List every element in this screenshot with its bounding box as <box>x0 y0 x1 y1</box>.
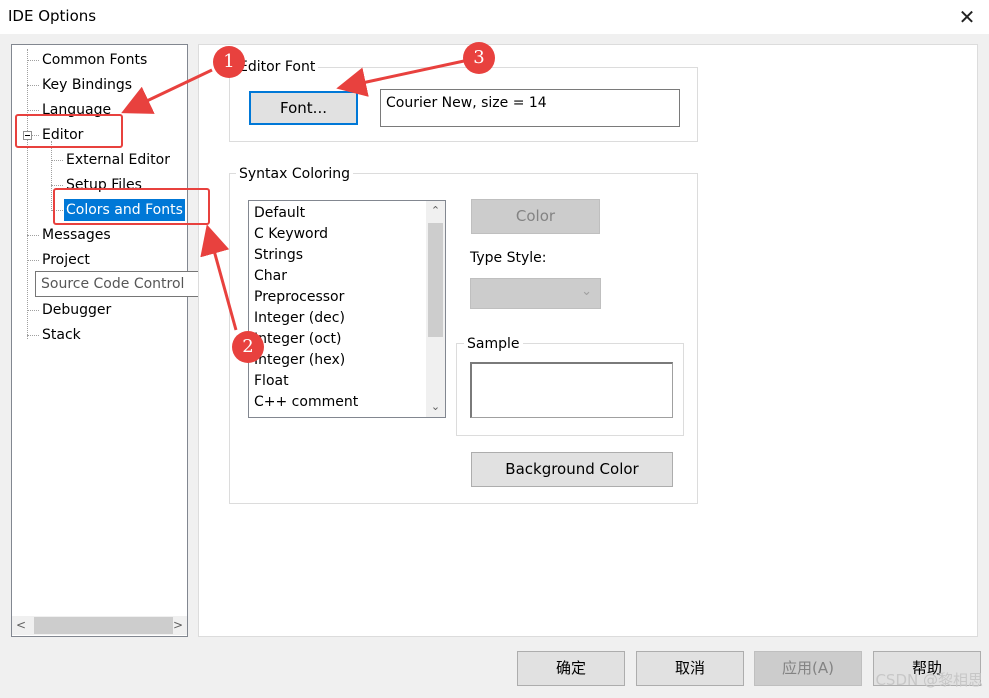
watermark: CSDN @黎相思 <box>875 671 983 689</box>
scrollbar-thumb[interactable] <box>34 617 173 634</box>
tree-line <box>27 235 39 236</box>
callout-badge-3: 3 <box>463 42 495 74</box>
editor-font-group-label: Editor Font <box>236 58 319 76</box>
chevron-down-icon: ⌄ <box>581 284 592 299</box>
cancel-button[interactable]: 取消 <box>636 651 744 686</box>
sample-group-label: Sample <box>464 335 523 353</box>
type-style-label: Type Style: <box>470 250 547 266</box>
tree-line <box>27 110 39 111</box>
list-vertical-scrollbar[interactable]: ⌃ ⌄ <box>426 201 445 417</box>
scroll-down-icon[interactable]: ⌄ <box>426 397 445 417</box>
tree-item-messages[interactable]: Messages <box>42 224 111 246</box>
tree-line <box>27 260 39 261</box>
tree-item-debugger[interactable]: Debugger <box>42 299 111 321</box>
background-color-button[interactable]: Background Color <box>471 452 673 487</box>
apply-button[interactable]: 应用(A) <box>754 651 862 686</box>
list-item[interactable]: Default <box>254 203 305 224</box>
list-item[interactable]: C++ comment <box>254 392 358 413</box>
title-bar: IDE Options ✕ <box>0 0 989 34</box>
color-button[interactable]: Color <box>471 199 600 234</box>
tree-line <box>27 310 39 311</box>
tree-line <box>51 160 63 161</box>
window-title: IDE Options <box>8 7 97 25</box>
scroll-up-icon[interactable]: ⌃ <box>426 201 445 221</box>
list-item[interactable]: C Keyword <box>254 224 328 245</box>
scroll-right-icon[interactable]: > <box>169 616 187 635</box>
tree-line <box>51 141 52 211</box>
tree-line <box>27 335 39 336</box>
scrollbar-thumb[interactable] <box>428 223 443 337</box>
type-style-select[interactable]: ⌄ <box>470 278 601 309</box>
highlight-box-editor <box>15 114 123 148</box>
tree-line <box>51 185 63 186</box>
font-value-field[interactable]: Courier New, size = 14 <box>380 89 680 127</box>
callout-badge-1: 1 <box>213 46 245 78</box>
list-item[interactable]: Float <box>254 371 289 392</box>
tree-item-tooltip: Source Code Control <box>35 271 201 297</box>
tree-item-key-bindings[interactable]: Key Bindings <box>42 74 132 96</box>
sample-preview <box>470 362 673 418</box>
callout-badge-2: 2 <box>232 331 264 363</box>
tree-item-external-editor[interactable]: External Editor <box>66 149 170 171</box>
list-item[interactable]: Integer (oct) <box>254 329 342 350</box>
tree-item-project[interactable]: Project <box>42 249 90 271</box>
scroll-left-icon[interactable]: < <box>12 616 30 635</box>
syntax-element-list[interactable]: Default C Keyword Strings Char Preproces… <box>248 200 446 418</box>
syntax-coloring-group-label: Syntax Coloring <box>236 165 354 183</box>
list-item[interactable]: Char <box>254 266 287 287</box>
tree-item-stack[interactable]: Stack <box>42 324 81 346</box>
close-icon[interactable]: ✕ <box>949 2 985 32</box>
tree-line <box>27 60 39 61</box>
list-item[interactable]: Integer (dec) <box>254 308 345 329</box>
ok-button[interactable]: 确定 <box>517 651 625 686</box>
list-item[interactable]: Integer (hex) <box>254 350 345 371</box>
list-item[interactable]: Strings <box>254 245 303 266</box>
tree-line <box>27 85 39 86</box>
list-item[interactable]: Preprocessor <box>254 287 344 308</box>
tree-line <box>27 49 28 339</box>
highlight-box-colors-and-fonts <box>53 188 210 225</box>
tree-item-common-fonts[interactable]: Common Fonts <box>42 49 147 71</box>
font-button[interactable]: Font... <box>249 91 358 125</box>
tree-horizontal-scrollbar[interactable]: < > <box>12 616 187 635</box>
